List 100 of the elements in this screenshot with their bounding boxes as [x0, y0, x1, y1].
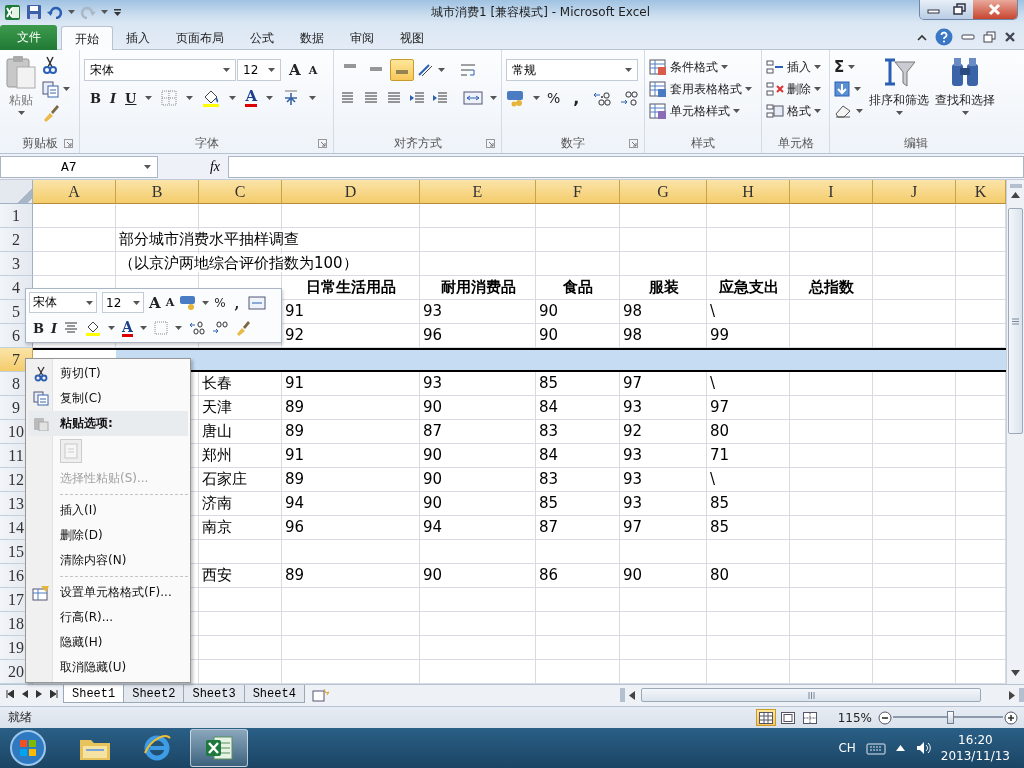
- sheet-tab[interactable]: Sheet4: [243, 685, 305, 703]
- caret-icon[interactable]: [101, 10, 108, 14]
- format-cells-icon[interactable]: [766, 103, 784, 119]
- copy-icon[interactable]: [42, 80, 59, 98]
- column-header[interactable]: G: [620, 180, 707, 204]
- caret-icon[interactable]: [856, 109, 863, 113]
- accounting-format-icon[interactable]: [506, 89, 526, 107]
- ribbon-tab[interactable]: 公式: [237, 26, 287, 50]
- caret-icon[interactable]: [438, 68, 445, 72]
- caret-icon[interactable]: [721, 65, 728, 69]
- caret-icon[interactable]: [895, 111, 903, 115]
- scrollbar-thumb[interactable]: [1008, 208, 1023, 434]
- caret-icon[interactable]: [854, 87, 861, 91]
- excel-logo-icon[interactable]: [4, 3, 21, 21]
- minimize-icon[interactable]: [961, 34, 975, 40]
- insert-cells-icon[interactable]: [766, 59, 784, 75]
- underline-button[interactable]: U: [125, 90, 137, 106]
- align-right-icon[interactable]: [386, 91, 402, 105]
- increase-indent-icon[interactable]: [432, 91, 448, 105]
- undo-icon[interactable]: [47, 5, 63, 19]
- customize-toolbar-icon[interactable]: [113, 7, 122, 17]
- fill-color-icon[interactable]: [202, 89, 221, 107]
- find-select-button[interactable]: 查找和选择: [935, 92, 995, 109]
- restore-icon[interactable]: [983, 31, 996, 43]
- font-size-field[interactable]: 12: [237, 59, 281, 81]
- column-header[interactable]: I: [790, 180, 873, 204]
- restore-icon[interactable]: [947, 0, 973, 19]
- caret-icon[interactable]: [63, 87, 70, 91]
- close-icon[interactable]: [973, 0, 1017, 19]
- row-header[interactable]: 3: [0, 252, 33, 276]
- font-color-button[interactable]: A: [245, 89, 258, 107]
- caret-icon[interactable]: [145, 96, 153, 100]
- fill-down-icon[interactable]: [834, 81, 850, 97]
- align-left-icon[interactable]: [340, 91, 356, 105]
- cells-menu-button[interactable]: 删除: [787, 80, 811, 98]
- zoom-in-icon[interactable]: [1004, 710, 1018, 725]
- caret-icon[interactable]: [814, 87, 821, 91]
- collapse-ribbon-icon[interactable]: [917, 33, 927, 41]
- row-header[interactable]: 2: [0, 228, 33, 252]
- wrap-text-icon[interactable]: [459, 62, 477, 78]
- ribbon-tab[interactable]: 插入: [113, 26, 163, 50]
- zoom-level[interactable]: 115%: [837, 710, 872, 725]
- formula-field[interactable]: [228, 156, 1024, 178]
- ribbon-tab[interactable]: 视图: [387, 26, 437, 50]
- bold-button[interactable]: B: [33, 320, 44, 336]
- percent-button[interactable]: %: [547, 90, 561, 106]
- autosum-button[interactable]: Σ: [834, 58, 845, 76]
- shrink-font-button[interactable]: A: [308, 63, 318, 77]
- format-painter-icon[interactable]: [234, 320, 251, 337]
- style-menu-button[interactable]: 条件格式: [670, 58, 718, 76]
- column-header[interactable]: J: [873, 180, 956, 204]
- cells-menu-button[interactable]: 插入: [787, 58, 811, 76]
- caret-icon[interactable]: [108, 326, 116, 331]
- caret-icon[interactable]: [17, 111, 25, 115]
- clock-date[interactable]: 2013/11/13: [940, 748, 1010, 764]
- scroll-left-icon[interactable]: [629, 690, 635, 700]
- language-indicator[interactable]: CH: [838, 741, 856, 755]
- cell-styles-icon[interactable]: [649, 102, 667, 120]
- spreadsheet-app-icon[interactable]: [204, 734, 234, 762]
- taskbar-button[interactable]: [190, 729, 248, 767]
- fill-color-icon[interactable]: [85, 320, 102, 337]
- caret-icon[interactable]: [961, 111, 969, 115]
- keyboard-icon[interactable]: [865, 741, 886, 755]
- dialog-launcher-icon[interactable]: [318, 139, 327, 148]
- ribbon-tab[interactable]: 数据: [287, 26, 337, 50]
- format-painter-icon[interactable]: [42, 104, 60, 122]
- zoom-out-icon[interactable]: [878, 710, 892, 725]
- scroll-down-icon[interactable]: [1011, 670, 1020, 676]
- caret-icon[interactable]: [490, 96, 497, 100]
- caret-icon[interactable]: [144, 165, 151, 169]
- caret-icon[interactable]: [229, 96, 237, 100]
- caret-icon[interactable]: [139, 326, 147, 331]
- italic-button[interactable]: I: [110, 90, 117, 106]
- previous-sheet-icon[interactable]: [22, 690, 28, 698]
- scissors-icon[interactable]: [42, 56, 58, 74]
- caret-icon[interactable]: [266, 96, 274, 100]
- caret-icon[interactable]: [745, 87, 752, 91]
- conditional-format-icon[interactable]: [649, 58, 667, 76]
- caret-icon[interactable]: [733, 109, 740, 113]
- name-box[interactable]: A7: [0, 156, 158, 178]
- number-format-field[interactable]: 常规: [506, 59, 638, 81]
- clock-time[interactable]: 16:20: [958, 732, 993, 748]
- bold-button[interactable]: B: [90, 90, 101, 106]
- dialog-launcher-icon[interactable]: [629, 139, 638, 148]
- caret-icon[interactable]: [533, 96, 540, 100]
- caret-icon[interactable]: [202, 300, 210, 305]
- speaker-icon[interactable]: [914, 740, 931, 756]
- decrease-decimal-icon[interactable]: [619, 90, 640, 106]
- scissors-icon[interactable]: [34, 365, 48, 382]
- font-name-field[interactable]: 宋体: [84, 59, 236, 81]
- caret-icon[interactable]: [268, 68, 275, 72]
- sort-filter-button[interactable]: 排序和筛选: [869, 92, 929, 109]
- first-sheet-icon[interactable]: [6, 690, 14, 698]
- delete-cells-icon[interactable]: [766, 81, 784, 97]
- align-center-icon[interactable]: [363, 91, 379, 105]
- font-size-field[interactable]: 12: [102, 292, 144, 314]
- accounting-format-icon[interactable]: [179, 294, 198, 311]
- caret-icon[interactable]: [814, 109, 821, 113]
- caret-icon[interactable]: [625, 68, 632, 72]
- sheet-tab[interactable]: Sheet3: [183, 685, 245, 703]
